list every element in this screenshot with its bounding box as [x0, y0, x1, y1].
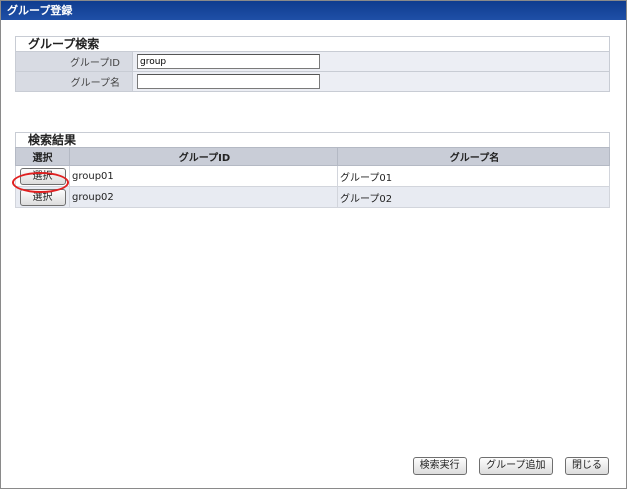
footer-buttons: 検索実行 グループ追加 閉じる: [404, 457, 609, 475]
select-cell: 選択: [15, 186, 70, 208]
group-id-input[interactable]: [137, 54, 320, 70]
close-button[interactable]: 閉じる: [565, 457, 609, 475]
group-name-cell: グループ01: [337, 165, 610, 187]
select-button-group02[interactable]: 選択: [19, 188, 66, 206]
search-results-heading: 検索結果: [15, 132, 610, 147]
window-title: グループ登録: [1, 1, 626, 20]
group-registration-window: グループ登録 グループ検索 グループID グループ名 検索結果 選択: [0, 0, 627, 489]
results-header-row: 選択 グループID グループ名: [15, 147, 610, 166]
group-id-cell: group01: [69, 165, 338, 187]
column-header-group-id: グループID: [69, 147, 338, 166]
group-name-input[interactable]: [137, 74, 320, 90]
group-search-form: グループID グループ名: [15, 51, 610, 92]
search-results-section: 検索結果 選択 グループID グループ名 選択 group01 グループ01 選…: [15, 132, 610, 208]
search-results-table: 選択 グループID グループ名 選択 group01 グループ01 選択 gro…: [15, 147, 610, 208]
column-header-select: 選択: [15, 147, 70, 166]
group-name-label: グループ名: [15, 71, 133, 92]
select-cell: 選択: [15, 165, 70, 187]
group-id-label: グループID: [15, 51, 133, 72]
table-row: 選択 group02 グループ02: [15, 186, 610, 208]
group-id-cell: group02: [69, 186, 338, 208]
group-search-heading: グループ検索: [15, 36, 610, 51]
group-name-cell: グループ02: [337, 186, 610, 208]
group-id-row: グループID: [15, 51, 610, 72]
search-execute-button[interactable]: 検索実行: [412, 457, 467, 475]
select-button-group01[interactable]: 選択: [19, 167, 66, 185]
add-group-button[interactable]: グループ追加: [479, 457, 553, 475]
column-header-group-name: グループ名: [337, 147, 610, 166]
group-name-cell: [132, 71, 610, 92]
table-row: 選択 group01 グループ01: [15, 165, 610, 187]
group-name-row: グループ名: [15, 71, 610, 92]
group-search-section: グループ検索 グループID グループ名: [15, 36, 610, 92]
group-id-cell: [132, 51, 610, 72]
